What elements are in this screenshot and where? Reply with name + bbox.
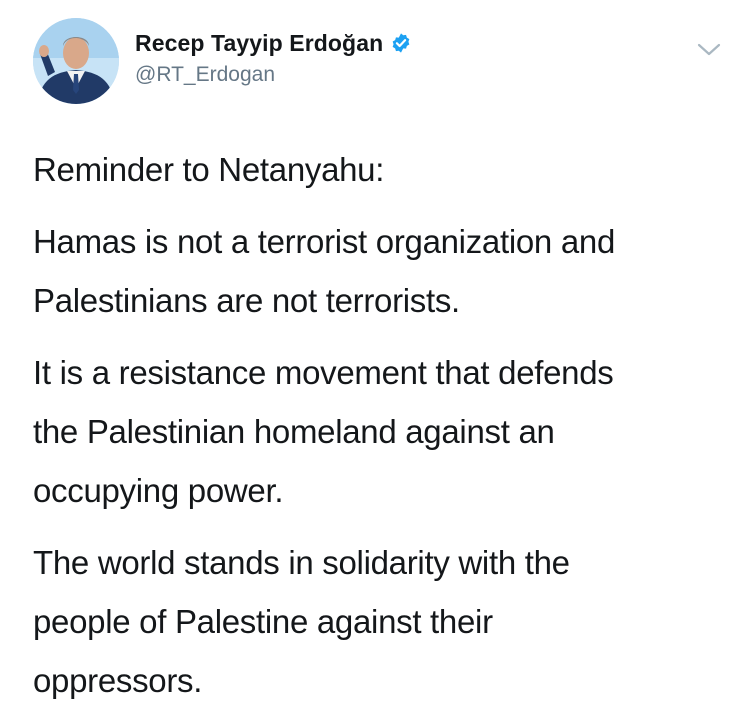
display-name-row: Recep Tayyip Erdoğan xyxy=(135,28,655,58)
display-name[interactable]: Recep Tayyip Erdoğan xyxy=(135,30,383,57)
author-names: Recep Tayyip Erdoğan @RT_Erdogan xyxy=(135,28,655,87)
tweet-paragraph: Reminder to Netanyahu: xyxy=(33,151,385,188)
tweet-paragraph: The world stands in solidarity with the … xyxy=(33,544,570,699)
tweet-paragraph: Hamas is not a terrorist organization an… xyxy=(33,223,615,319)
tweet-paragraph: It is a resistance movement that defends… xyxy=(33,354,614,509)
user-handle[interactable]: @RT_Erdogan xyxy=(135,63,655,87)
tweet-text: Reminder to Netanyahu: Hamas is not a te… xyxy=(33,140,723,723)
tweet-header: Recep Tayyip Erdoğan @RT_Erdogan xyxy=(33,18,723,110)
chevron-down-icon xyxy=(697,43,721,56)
tweet-menu-button[interactable] xyxy=(695,36,723,64)
verified-badge-icon xyxy=(390,32,412,54)
profile-photo-icon xyxy=(33,18,119,104)
avatar[interactable] xyxy=(33,18,119,104)
tweet-card: Recep Tayyip Erdoğan @RT_Erdogan Reminde… xyxy=(0,0,750,724)
